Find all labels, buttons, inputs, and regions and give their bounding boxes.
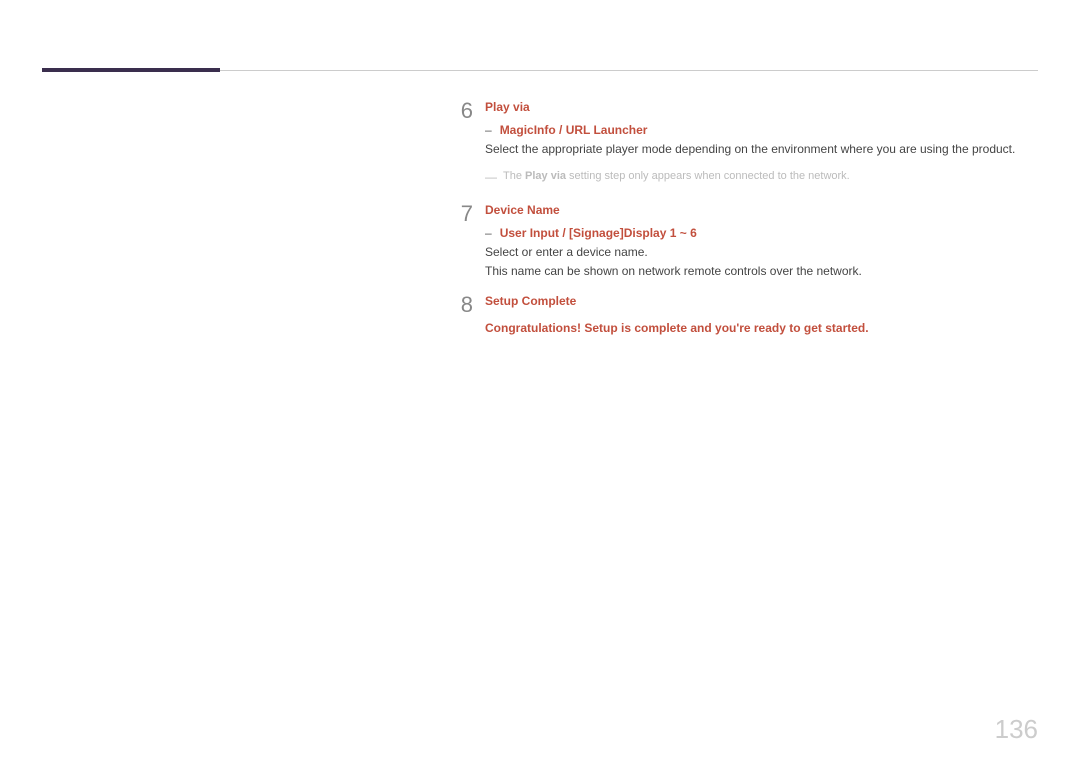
step-option: MagicInfo / URL Launcher	[500, 121, 648, 140]
step-number: 8	[445, 292, 473, 338]
step-8: 8 Setup Complete Congratulations! Setup …	[445, 292, 1020, 338]
step-body-text-2: This name can be shown on network remote…	[485, 262, 1020, 281]
step-7: 7 Device Name – User Input / [Signage]Di…	[445, 201, 1020, 282]
step-body-text-1: Select or enter a device name.	[485, 243, 1020, 262]
note-dash-icon: ―	[485, 168, 497, 187]
step-number: 7	[445, 201, 473, 282]
step-option-line: – User Input / [Signage]Display 1 ~ 6	[485, 224, 1020, 243]
note-text: The Play via setting step only appears w…	[503, 168, 850, 187]
step-title: Setup Complete	[485, 292, 1020, 311]
step-number: 6	[445, 98, 473, 191]
note-bold: Play via	[525, 170, 566, 182]
content-area: 6 Play via – MagicInfo / URL Launcher Se…	[445, 98, 1020, 348]
page-number: 136	[995, 714, 1038, 745]
step-option: User Input / [Signage]Display 1 ~ 6	[500, 224, 697, 243]
step-body: Device Name – User Input / [Signage]Disp…	[485, 201, 1020, 282]
step-body-text: Select the appropriate player mode depen…	[485, 140, 1020, 159]
accent-bar	[42, 68, 220, 72]
step-6: 6 Play via – MagicInfo / URL Launcher Se…	[445, 98, 1020, 191]
step-body: Setup Complete Congratulations! Setup is…	[485, 292, 1020, 338]
step-title: Play via	[485, 98, 1020, 117]
note-prefix: The	[503, 170, 525, 182]
dash-icon: –	[485, 121, 492, 140]
step-option-line: – MagicInfo / URL Launcher	[485, 121, 1020, 140]
dash-icon: –	[485, 224, 492, 243]
step-title: Device Name	[485, 201, 1020, 220]
top-divider	[220, 70, 1038, 71]
step-body: Play via – MagicInfo / URL Launcher Sele…	[485, 98, 1020, 191]
step-congrats: Congratulations! Setup is complete and y…	[485, 319, 1020, 338]
note-suffix: setting step only appears when connected…	[566, 170, 850, 182]
step-note: ― The Play via setting step only appears…	[485, 168, 1020, 187]
